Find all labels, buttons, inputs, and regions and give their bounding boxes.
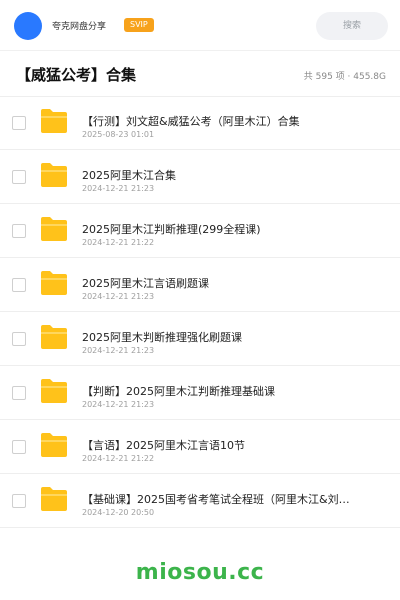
item-date: 2024-12-21 21:22 — [82, 454, 155, 463]
folder-icon — [41, 109, 67, 133]
list-item[interactable]: 2025阿里木江合集 2024-12-21 21:23 — [0, 150, 400, 204]
item-name: 【行测】刘文超&威猛公考（阿里木江）合集 — [82, 115, 300, 128]
item-date: 2025-08-23 01:01 — [82, 130, 155, 139]
item-checkbox[interactable] — [12, 170, 26, 184]
item-checkbox[interactable] — [12, 440, 26, 454]
svip-badge: SVIP — [124, 18, 154, 32]
folder-icon — [41, 487, 67, 511]
item-date: 2024-12-21 21:22 — [82, 238, 155, 247]
list-item[interactable]: 【判断】2025阿里木江判断推理基础课 2024-12-21 21:23 — [0, 366, 400, 420]
list-item[interactable]: 2025阿里木江判断推理(299全程课) 2024-12-21 21:22 — [0, 204, 400, 258]
folder-icon — [41, 271, 67, 295]
item-date: 2024-12-21 21:23 — [82, 292, 155, 301]
item-date: 2024-12-21 21:23 — [82, 346, 155, 355]
item-name: 2025阿里木判断推理强化刷题课 — [82, 331, 242, 344]
list-item[interactable]: 【基础课】2025国考省考笔试全程班（阿里木江&刘… 2024-12-20 20… — [0, 474, 400, 528]
item-date: 2024-12-21 21:23 — [82, 400, 155, 409]
list-item[interactable]: 【行测】刘文超&威猛公考（阿里木江）合集 2025-08-23 01:01 — [0, 96, 400, 150]
folder-icon — [41, 433, 67, 457]
folder-icon — [41, 163, 67, 187]
item-checkbox[interactable] — [12, 224, 26, 238]
item-checkbox[interactable] — [12, 386, 26, 400]
item-name: 2025阿里木江言语刷题课 — [82, 277, 209, 290]
share-meta: 共 595 项 · 455.8G — [303, 72, 386, 82]
list-item[interactable]: 2025阿里木江言语刷题课 2024-12-21 21:23 — [0, 258, 400, 312]
brand-name: 夸克网盘分享 — [52, 22, 107, 32]
item-date: 2024-12-20 20:50 — [82, 508, 155, 517]
folder-icon — [41, 379, 67, 403]
item-name: 【言语】2025阿里木江言语10节 — [82, 439, 245, 452]
folder-icon — [41, 217, 67, 241]
top-bar: 夸克网盘分享 SVIP 搜索 — [0, 0, 400, 51]
list-item[interactable]: 2025阿里木判断推理强化刷题课 2024-12-21 21:23 — [0, 312, 400, 366]
avatar[interactable] — [14, 12, 42, 40]
list-item[interactable]: 【言语】2025阿里木江言语10节 2024-12-21 21:22 — [0, 420, 400, 474]
item-name: 2025阿里木江判断推理(299全程课) — [82, 223, 261, 236]
item-checkbox[interactable] — [12, 332, 26, 346]
item-checkbox[interactable] — [12, 116, 26, 130]
search-button[interactable]: 搜索 — [316, 12, 388, 40]
page-title: 【威猛公考】合集 — [16, 66, 137, 84]
item-checkbox[interactable] — [12, 494, 26, 508]
title-row: 【威猛公考】合集 共 595 项 · 455.8G — [0, 50, 400, 97]
item-name: 【判断】2025阿里木江判断推理基础课 — [82, 385, 275, 398]
item-date: 2024-12-21 21:23 — [82, 184, 155, 193]
item-name: 2025阿里木江合集 — [82, 169, 176, 182]
item-checkbox[interactable] — [12, 278, 26, 292]
folder-icon — [41, 325, 67, 349]
item-name: 【基础课】2025国考省考笔试全程班（阿里木江&刘… — [82, 493, 350, 506]
share-page: 夸克网盘分享 SVIP 搜索 【威猛公考】合集 共 595 项 · 455.8G… — [0, 0, 400, 600]
file-list: 【行测】刘文超&威猛公考（阿里木江）合集 2025-08-23 01:01 20… — [0, 96, 400, 528]
watermark-logo: miosou.cc — [135, 560, 265, 585]
